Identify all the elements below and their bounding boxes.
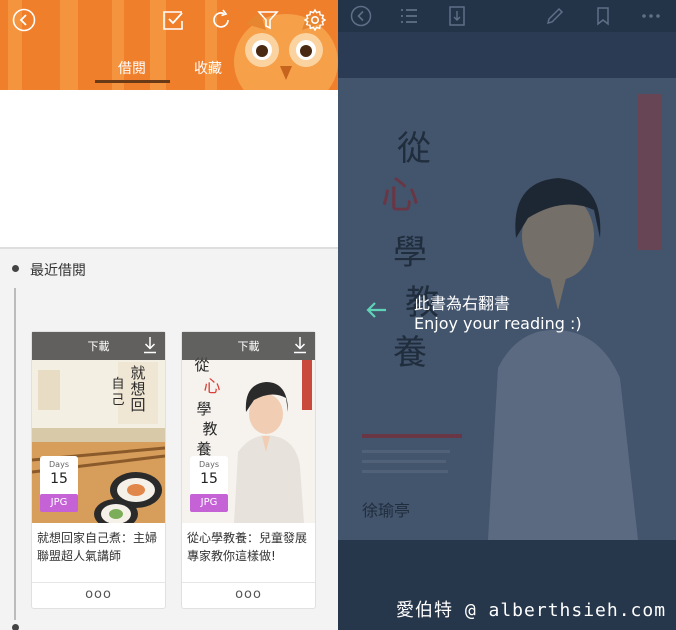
timeline-dot	[12, 624, 19, 630]
borrow-list-area	[0, 90, 338, 247]
tab-favorites[interactable]: 收藏	[188, 58, 228, 78]
svg-text:己: 己	[111, 393, 124, 408]
filter-icon	[257, 11, 279, 30]
select-icon	[163, 11, 183, 30]
back-icon	[12, 8, 36, 32]
settings-icon	[303, 8, 327, 32]
download-icon	[294, 337, 306, 354]
book-card[interactable]: 從 心 學 教 養 下載 Days 15 JPG 從心學教養：兒童發展專家教你這…	[181, 331, 316, 609]
book-title[interactable]: 從心學教養：兒童發展專家教你這樣做!	[187, 529, 312, 565]
enjoy-reading-text: Enjoy your reading :)	[414, 314, 582, 333]
filter-button[interactable]	[254, 6, 282, 34]
more-options-button[interactable]: ooo	[32, 582, 165, 608]
back-button[interactable]	[10, 6, 38, 34]
active-tab-indicator	[95, 80, 170, 83]
borrow-screen: 借閱 收藏 最近借閱 就 想 回 自 己 下載 Days 15 JPG 就想回家…	[0, 0, 338, 630]
more-options-button[interactable]: ooo	[182, 582, 315, 608]
left-arrow-icon	[366, 302, 386, 318]
svg-text:回: 回	[130, 396, 145, 414]
download-button[interactable]: 下載	[32, 332, 165, 360]
reader-screen: 從 心 學 教 養 徐瑜亭 此書為右翻書 Enjoy your reading …	[338, 0, 676, 630]
tree-decoration	[60, 0, 78, 90]
download-label: 下載	[87, 340, 110, 353]
book-title[interactable]: 就想回家自己煮：主婦聯盟超人氣講師	[37, 529, 162, 565]
tab-borrow[interactable]: 借閱	[112, 58, 152, 78]
timeline-line	[14, 288, 16, 620]
svg-text:教: 教	[202, 420, 217, 438]
svg-text:心: 心	[204, 377, 221, 397]
refresh-icon	[213, 9, 229, 28]
book-cover[interactable]: 就 想 回 自 己 下載 Days 15 JPG	[32, 332, 165, 523]
recent-title: 最近借閱	[30, 263, 86, 279]
format-badge: JPG	[40, 494, 78, 512]
days-value: 15	[200, 471, 218, 487]
book-card[interactable]: 就 想 回 自 己 下載 Days 15 JPG 就想回家自己煮：主婦聯盟超人氣…	[31, 331, 166, 609]
header-bar: 借閱 收藏	[0, 0, 338, 90]
select-button[interactable]	[159, 6, 187, 34]
svg-text:自: 自	[111, 377, 124, 392]
days-label: Days	[49, 460, 69, 469]
download-icon	[144, 337, 156, 354]
download-label: 下載	[237, 340, 260, 353]
watermark: 愛伯特 @ alberthsieh.com	[396, 600, 667, 621]
days-value: 15	[50, 471, 68, 487]
svg-text:學: 學	[196, 400, 211, 418]
settings-button[interactable]	[301, 6, 329, 34]
timeline-dot	[12, 265, 19, 272]
days-remaining: Days 15	[190, 456, 228, 498]
days-remaining: Days 15	[40, 456, 78, 498]
book-cover[interactable]: 從 心 學 教 養 下載 Days 15 JPG	[182, 332, 315, 523]
days-label: Days	[199, 460, 219, 469]
format-badge: JPG	[190, 494, 228, 512]
reading-direction-notice: 此書為右翻書	[414, 294, 511, 313]
download-button[interactable]: 下載	[182, 332, 315, 360]
refresh-button[interactable]	[207, 6, 235, 34]
